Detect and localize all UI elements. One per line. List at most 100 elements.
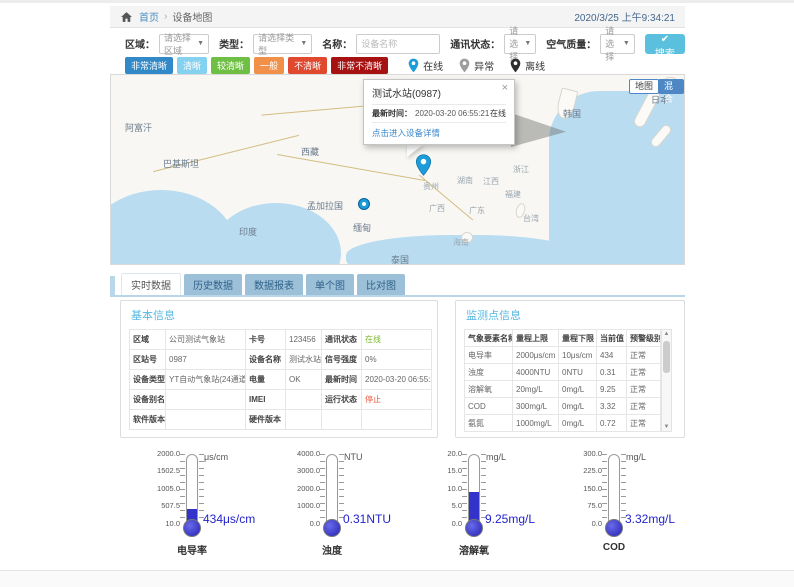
range-upper-cell: 2000μs/cm — [513, 347, 559, 364]
table-row: 设备类型 YT自动气象站(24通道) 电量 OK 最新时间 2020-03-20… — [130, 370, 432, 390]
info-label-cell — [322, 410, 362, 430]
home-icon[interactable] — [120, 11, 133, 23]
type-select[interactable]: 请选择类型 ▼ — [253, 34, 312, 54]
map-pin-icon — [459, 58, 470, 73]
content-column: 首页 › 设备地图 2020/3/25 上午9:34:21 区域： 请选择区域 … — [110, 0, 685, 587]
tab-single-chart[interactable]: 单个图 — [306, 274, 354, 295]
gauge-value: 0.31NTU — [343, 512, 391, 526]
map-label-country: 韩国 — [563, 107, 581, 120]
range-lower-cell: 0mg/L — [559, 381, 597, 398]
legend-online-pin[interactable]: 在线 — [408, 58, 443, 73]
data-tabs-bar: 实时数据 历史数据 数据报表 单个图 比对图 — [110, 276, 685, 297]
quality-btn-average[interactable]: 一般 — [254, 57, 284, 74]
info-label-cell: 设备名称 — [246, 350, 286, 370]
info-label-cell: 信号强度 — [322, 350, 362, 370]
breadcrumb-bar: 首页 › 设备地图 2020/3/25 上午9:34:21 — [110, 6, 685, 28]
table-header-row: 气象要素名称 量程上限 量程下限 当前值 预警级别 — [465, 330, 661, 347]
scrollbar-thumb[interactable] — [663, 341, 670, 373]
info-value-cell — [362, 410, 432, 430]
datetime-display: 2020/3/25 上午9:34:21 — [574, 9, 675, 24]
thermometer-tube — [608, 454, 620, 524]
thermometer-tube — [186, 454, 198, 524]
alert-level-cell: 正常 — [627, 381, 661, 398]
info-value-cell: 123456 — [286, 330, 322, 350]
comm-status-value: 在线 — [362, 330, 432, 350]
legend-offline-pin[interactable]: 离线 — [510, 58, 545, 73]
tab-history-data[interactable]: 历史数据 — [184, 274, 242, 295]
close-icon[interactable]: × — [502, 82, 508, 94]
thermometer-bulb — [465, 519, 483, 537]
quality-btn-very-unclear[interactable]: 非常不清晰 — [331, 57, 388, 74]
map-label-country: 泰国 — [391, 253, 409, 265]
map-water — [211, 203, 341, 265]
thermometer-bulb — [183, 519, 201, 537]
info-label-cell: 硬件版本 — [246, 410, 286, 430]
breadcrumb-home-link[interactable]: 首页 — [139, 9, 159, 24]
thermometer-gauge-turbidity: 4000.0 3000.0 2000.0 1000.0 0.0 NTU 0.31… — [280, 448, 420, 558]
gauge-value: 3.32mg/L — [625, 512, 675, 526]
legend-bar: 非常清晰 清晰 较清晰 一般 不清晰 非常不清晰 在线 异常 离线 — [125, 57, 685, 73]
col-header: 量程上限 — [513, 330, 559, 347]
thermometer-gauge-cod: 300.0 225.0 150.0 75.0 0.0 mg/L 3.32mg/L… — [562, 448, 702, 558]
run-status-value: 停止 — [362, 390, 432, 410]
quality-btn-unclear[interactable]: 不清晰 — [288, 57, 327, 74]
search-button[interactable]: ✔ 搜索 — [645, 34, 685, 54]
alert-level-cell: 正常 — [627, 398, 661, 415]
table-row: 电导率 2000μs/cm 10μs/cm 434 正常 — [465, 347, 661, 364]
map-label-province: 贵州 — [423, 181, 439, 192]
info-value-cell: YT自动气象站(24通道) — [166, 370, 246, 390]
map-label-province: 广西 — [429, 203, 445, 214]
map-canvas[interactable]: 阿富汗 巴基斯坦 西藏 印度 孟加拉国 缅甸 泰国 韩国 日本 贵州 湖南 江西… — [110, 74, 685, 265]
thermometer-gauge-dissolved-oxygen: 20.0 15.0 10.0 5.0 0.0 mg/L 9.25mg/L 溶解氧 — [422, 448, 562, 558]
device-detail-link[interactable]: 点击进入设备详情 — [372, 127, 506, 139]
device-name-input[interactable] — [356, 34, 440, 54]
table-scrollbar[interactable]: ▲ ▼ — [661, 329, 672, 432]
table-row: COD 300mg/L 0mg/L 3.32 正常 — [465, 398, 661, 415]
map-label-country: 阿富汗 — [125, 121, 152, 134]
tab-data-report[interactable]: 数据报表 — [245, 274, 303, 295]
mixed-view-button[interactable]: 混合 — [658, 79, 684, 94]
tab-realtime-data[interactable]: 实时数据 — [121, 273, 181, 295]
scroll-up-icon[interactable]: ▲ — [662, 331, 671, 337]
quality-btn-very-clear[interactable]: 非常清晰 — [125, 57, 173, 74]
quality-btn-fairly-clear[interactable]: 较清晰 — [211, 57, 250, 74]
comm-status-filter-label: 通讯状态： — [450, 36, 500, 51]
station-marker-dot[interactable] — [358, 198, 370, 210]
tab-compare-chart[interactable]: 比对图 — [357, 274, 405, 295]
map-border-line — [277, 154, 425, 181]
comm-status-select[interactable]: 请选择 ▼ — [504, 34, 536, 54]
legend-abnormal-pin[interactable]: 异常 — [459, 58, 494, 73]
map-label-province: 广东 — [469, 205, 485, 216]
gauge-unit: NTU — [344, 452, 363, 462]
gauge-name: 浊度 — [284, 542, 380, 557]
map-view-button[interactable]: 地图 — [629, 79, 659, 94]
tick-marks — [602, 454, 607, 524]
station-marker-pin-icon[interactable] — [415, 154, 432, 176]
range-upper-cell: 1000mg/L — [513, 415, 559, 432]
gauge-name: 溶解氧 — [426, 542, 522, 557]
range-upper-cell: 20mg/L — [513, 381, 559, 398]
range-lower-cell: 0mg/L — [559, 415, 597, 432]
latest-time-value: 2020-03-20 06:55:21 — [415, 109, 489, 118]
breadcrumb-separator: › — [164, 11, 167, 22]
table-row: 浊度 4000NTU 0NTU 0.31 正常 — [465, 364, 661, 381]
chevron-down-icon: ▼ — [619, 40, 630, 47]
table-row: 设备别名 IMEI 运行状态 停止 — [130, 390, 432, 410]
thermometer-bulb — [323, 519, 341, 537]
map-label-country: 缅甸 — [353, 221, 371, 234]
info-value-cell: 2020-03-20 06:55:21 — [362, 370, 432, 390]
name-filter-label: 名称： — [322, 36, 352, 51]
factor-name-cell: 电导率 — [465, 347, 513, 364]
basic-info-panel: 基本信息 区域 公司测试气象站 卡号 123456 通讯状态 在线 区站号 09… — [120, 300, 438, 438]
quality-btn-clear[interactable]: 清晰 — [177, 57, 207, 74]
factor-name-cell: COD — [465, 398, 513, 415]
region-select[interactable]: 请选择区域 ▼ — [159, 34, 209, 54]
scroll-down-icon[interactable]: ▼ — [662, 424, 671, 430]
air-quality-select[interactable]: 请选择 ▼ — [600, 34, 635, 54]
tick-marks — [462, 454, 467, 524]
table-row: 区站号 0987 设备名称 测试水站 信号强度 0% — [130, 350, 432, 370]
current-value-cell: 0.31 — [597, 364, 627, 381]
info-value-cell — [286, 390, 322, 410]
info-label-cell: 运行状态 — [322, 390, 362, 410]
map-label-country: 孟加拉国 — [307, 199, 343, 212]
